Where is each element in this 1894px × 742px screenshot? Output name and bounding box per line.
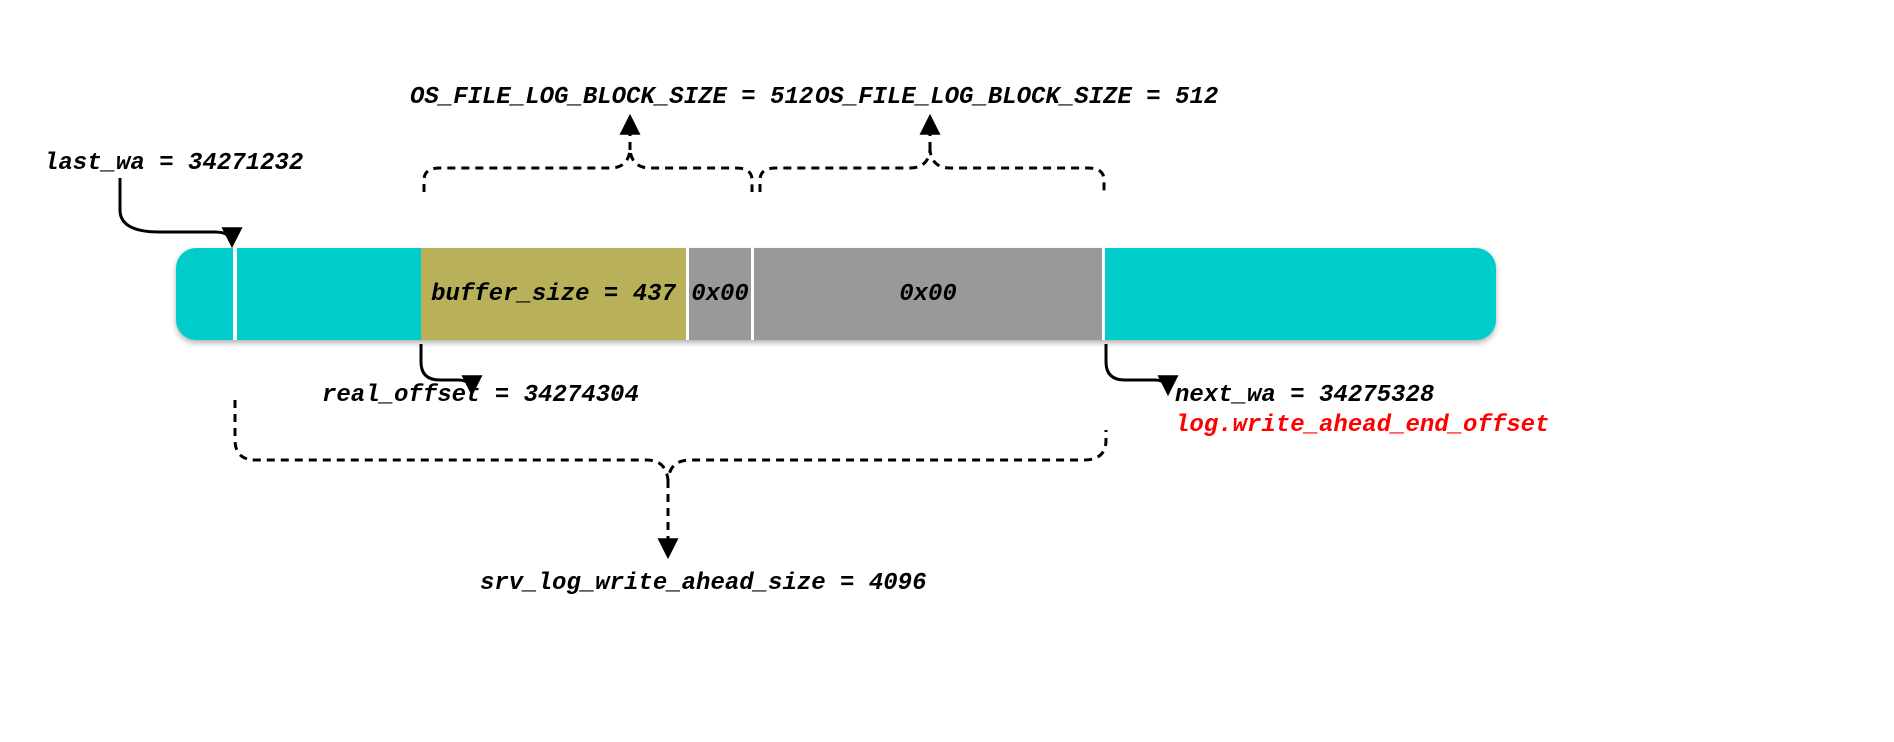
annotation-layer — [0, 0, 1894, 742]
brace-block1 — [424, 150, 752, 192]
brace-block2 — [760, 150, 1104, 192]
brace-srv-size — [235, 400, 1106, 480]
arrow-real-offset — [421, 344, 472, 392]
arrow-next-wa — [1106, 344, 1168, 392]
arrow-last-wa — [120, 178, 232, 244]
diagram-canvas: OS_FILE_LOG_BLOCK_SIZE = 512 OS_FILE_LOG… — [0, 0, 1894, 742]
